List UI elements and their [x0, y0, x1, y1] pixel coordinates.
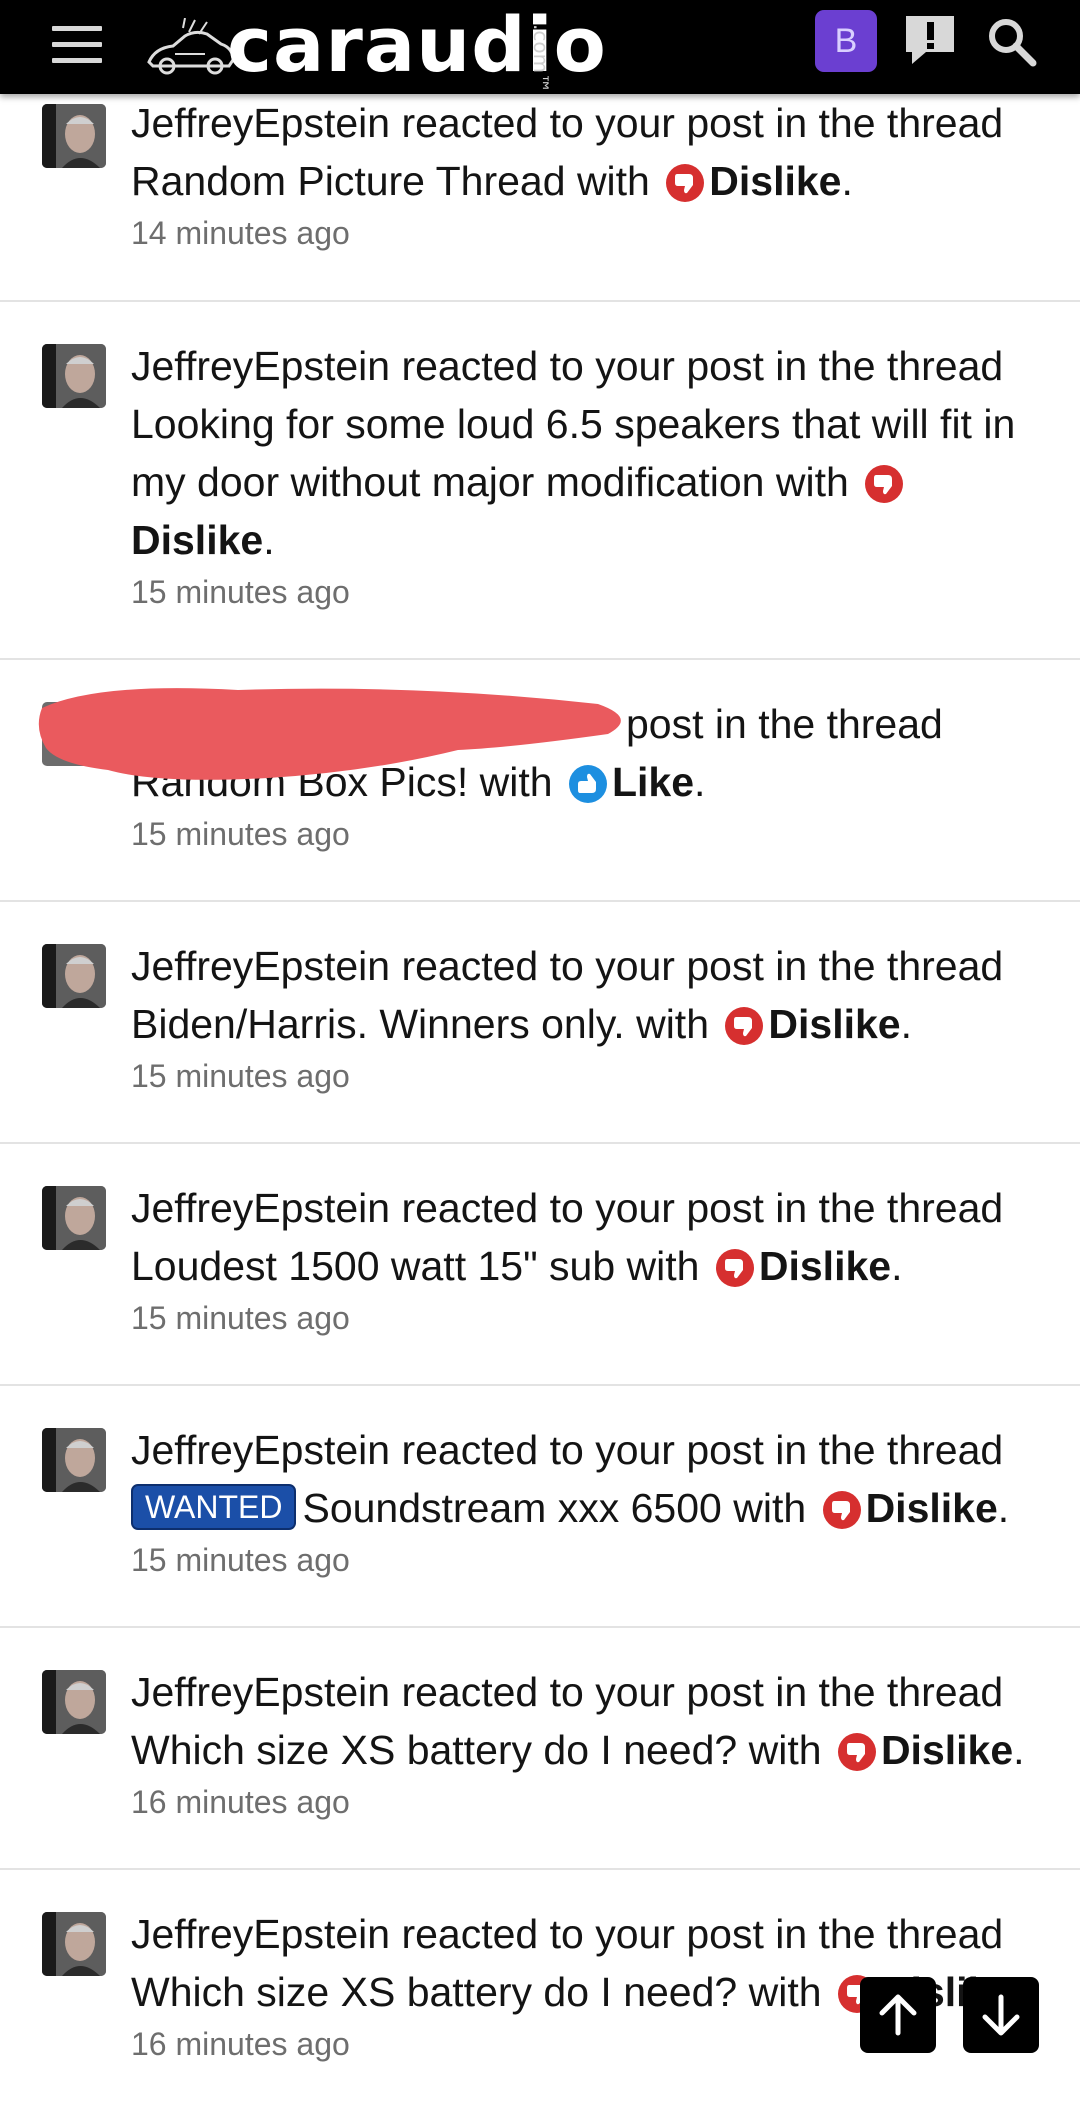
- alert-text: JeffreyEpstein reacted to your post in t…: [131, 1427, 1010, 1531]
- user-avatar-button[interactable]: B: [815, 10, 877, 72]
- thread-prefix-badge[interactable]: WANTED: [131, 1484, 297, 1530]
- alert-action: reacted to your post in the thread: [401, 1185, 1004, 1231]
- reaction-name: Like: [611, 759, 695, 805]
- dislike-reaction-icon: [822, 1491, 861, 1529]
- logo-suffix: .com™: [529, 24, 553, 94]
- alert-action: reacted to your post in the thread: [401, 1911, 1004, 1957]
- avatar[interactable]: [42, 344, 106, 408]
- alert-action: reacted to your post in the thread: [401, 1669, 1004, 1715]
- avatar[interactable]: [42, 104, 106, 168]
- alert-timestamp: 15 minutes ago: [131, 574, 350, 610]
- dislike-reaction-icon: [837, 1733, 876, 1771]
- alert-with: with: [733, 1485, 807, 1531]
- scroll-to-bottom-button[interactable]: [963, 1977, 1039, 2053]
- alert-timestamp: 14 minutes ago: [131, 215, 350, 251]
- alert-action: reacted to your post in the thread: [401, 1427, 1004, 1473]
- hamburger-menu-icon[interactable]: [52, 26, 102, 64]
- alert-user[interactable]: JeffreyEpstein: [131, 1911, 390, 1957]
- reaction-name: Dislike: [768, 1001, 901, 1047]
- alert-action: post in the thread: [626, 701, 943, 747]
- reaction-name: Dislike: [709, 158, 842, 204]
- thread-link[interactable]: Which size XS battery do I need?: [131, 1969, 737, 2015]
- alert-timestamp: 16 minutes ago: [131, 1784, 350, 1820]
- arrow-up-icon: [879, 1994, 917, 2036]
- alert-with: with: [636, 1001, 710, 1047]
- alert-user[interactable]: JeffreyEpstein: [131, 1427, 390, 1473]
- alert-text: JeffreyEpstein reacted to your post in t…: [131, 343, 1016, 563]
- dislike-reaction-icon: [725, 1007, 764, 1045]
- alerts-list: JeffreyEpstein reacted to your post in t…: [0, 94, 1080, 2110]
- avatar[interactable]: [42, 1670, 106, 1734]
- reaction-name: Dislike: [131, 517, 264, 563]
- alert-action: reacted to your post in the thread: [401, 100, 1004, 146]
- thread-link[interactable]: Which size XS battery do I need?: [131, 1727, 737, 1773]
- alert-with: with: [479, 759, 553, 805]
- alert-item[interactable]: JeffreyEpstein reacted to your post in t…: [0, 94, 1080, 302]
- alert-timestamp: 15 minutes ago: [131, 1542, 350, 1578]
- thread-link[interactable]: Loudest 1500 watt 15" sub: [131, 1243, 615, 1289]
- scroll-to-top-button[interactable]: [860, 1977, 936, 2053]
- alert-timestamp: 15 minutes ago: [131, 816, 350, 852]
- alert-user[interactable]: JeffreyEpstein: [131, 1669, 390, 1715]
- reaction-name: Dislike: [865, 1485, 998, 1531]
- thread-link[interactable]: Random Picture Thread: [131, 158, 566, 204]
- alert-text: post in the thread Random Box Pics! with…: [131, 701, 943, 805]
- thread-link[interactable]: Soundstream xxx 6500: [302, 1485, 721, 1531]
- alert-user[interactable]: JeffreyEpstein: [131, 100, 390, 146]
- alert-item[interactable]: JeffreyEpstein reacted to your post in t…: [0, 902, 1080, 1144]
- thread-link[interactable]: Biden/Harris. Winners only.: [131, 1001, 625, 1047]
- alert-user[interactable]: JeffreyEpstein: [131, 1185, 390, 1231]
- alert-with: with: [748, 1969, 822, 2015]
- alert-text: JeffreyEpstein reacted to your post in t…: [131, 1185, 1004, 1289]
- alert-action: reacted to your post in the thread: [401, 943, 1004, 989]
- reaction-name: Dislike: [758, 1243, 892, 1289]
- alert-bubble-icon[interactable]: [902, 12, 958, 68]
- dislike-reaction-icon: [865, 465, 904, 503]
- alert-timestamp: 15 minutes ago: [131, 1058, 350, 1094]
- reaction-name: Dislike: [880, 1727, 1014, 1773]
- alert-text: JeffreyEpstein reacted to your post in t…: [131, 100, 1004, 204]
- alert-item[interactable]: JeffreyEpstein reacted to your post in t…: [0, 1628, 1080, 1870]
- alert-action: reacted to your post in the thread: [401, 343, 1004, 389]
- alert-with: with: [748, 1727, 822, 1773]
- car-logo-icon: [147, 18, 235, 75]
- search-icon[interactable]: [986, 16, 1038, 68]
- dislike-reaction-icon: [666, 164, 705, 202]
- alert-item[interactable]: JeffreyEpstein reacted to your post in t…: [0, 1144, 1080, 1386]
- arrow-down-icon: [982, 1994, 1020, 2036]
- avatar[interactable]: [42, 944, 106, 1008]
- avatar[interactable]: [42, 1912, 106, 1976]
- avatar[interactable]: [42, 702, 106, 766]
- thread-link[interactable]: Random Box Pics!: [131, 759, 468, 805]
- alert-with: with: [626, 1243, 700, 1289]
- alert-text: JeffreyEpstein reacted to your post in t…: [131, 1669, 1025, 1773]
- alert-item[interactable]: JeffreyEpstein reacted to your post in t…: [0, 302, 1080, 660]
- dislike-reaction-icon: [715, 1249, 754, 1287]
- alert-with: with: [576, 158, 650, 204]
- avatar[interactable]: [42, 1428, 106, 1492]
- alert-timestamp: 16 minutes ago: [131, 2026, 350, 2062]
- alert-text: JeffreyEpstein reacted to your post in t…: [131, 943, 1004, 1047]
- alert-item[interactable]: post in the thread Random Box Pics! with…: [0, 660, 1080, 902]
- like-reaction-icon: [568, 765, 607, 803]
- alert-item[interactable]: JeffreyEpstein reacted to your post in t…: [0, 1386, 1080, 1628]
- alert-user[interactable]: JeffreyEpstein: [131, 943, 390, 989]
- avatar[interactable]: [42, 1186, 106, 1250]
- alert-timestamp: 15 minutes ago: [131, 1300, 350, 1336]
- alert-user[interactable]: JeffreyEpstein: [131, 343, 390, 389]
- alert-with: with: [775, 459, 849, 505]
- top-navigation-bar: caraudio .com™ B: [0, 0, 1080, 94]
